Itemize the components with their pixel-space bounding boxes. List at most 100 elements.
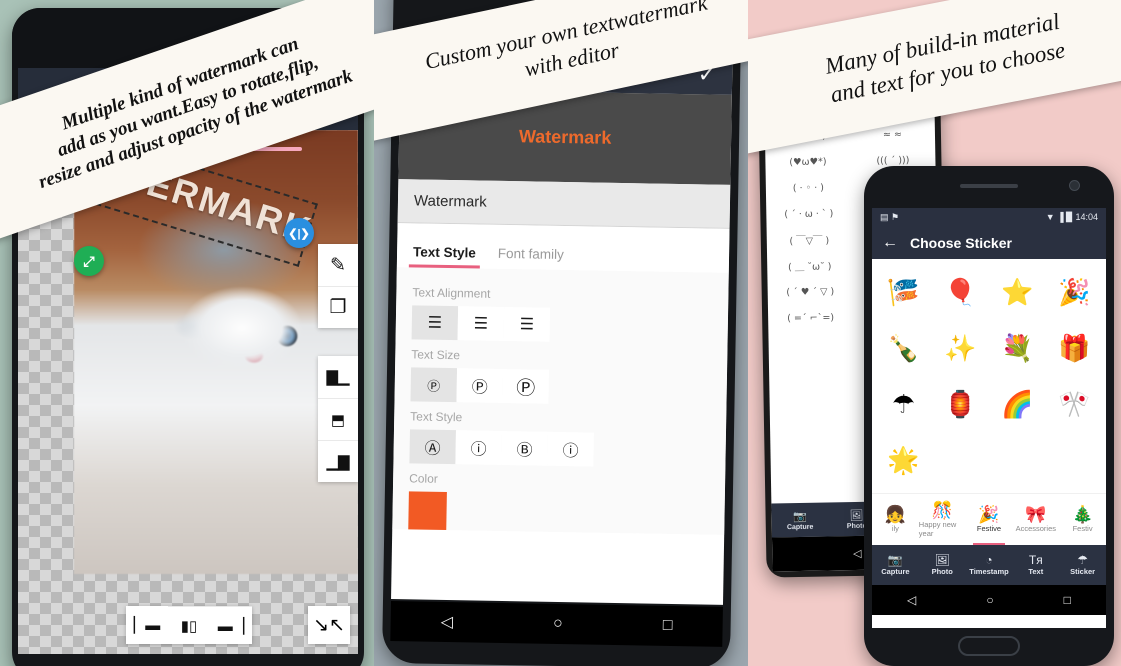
balloons-sticker[interactable]: 🎈: [933, 265, 988, 319]
gift-box-sticker[interactable]: 🎁: [1047, 321, 1102, 375]
status-bar-time-2: 14:03: [697, 38, 723, 51]
app-bar-title-2: Watermark: [416, 60, 495, 79]
kaomoji[interactable]: (*´ω`*): [849, 95, 934, 122]
check-icon[interactable]: ✓: [698, 61, 717, 86]
category-label: Festiv: [1072, 524, 1093, 533]
app-bar-1: ✓: [18, 90, 358, 130]
hanging-stars-sticker[interactable]: 🌟: [876, 433, 931, 487]
shrink-icon[interactable]: ↘↖: [308, 606, 350, 644]
tab-animal[interactable]: Animal: [889, 54, 918, 66]
nav-item-text[interactable]: Tᴙ Text: [1012, 554, 1059, 576]
blank-sticker-2[interactable]: [990, 433, 1045, 487]
text-size-large-option[interactable]: Ⓟ: [502, 368, 550, 404]
kaomoji[interactable]: ≈ ≈: [850, 121, 935, 148]
watermark-preview-text: Watermark: [518, 125, 612, 148]
text-style-italic-option[interactable]: ⓘ: [455, 430, 502, 465]
nav-item-capture[interactable]: 📷 Capture: [872, 554, 919, 576]
category-happy-new-year[interactable]: 🎊 Happy new year: [919, 494, 966, 545]
text-style-normal-option[interactable]: Ⓐ: [409, 429, 456, 465]
align-left-option[interactable]: ☰: [411, 305, 459, 341]
kaomoji[interactable]: ( =´ ⌐ˋ=): [768, 304, 853, 331]
bunting-sticker[interactable]: 🎌: [1047, 377, 1102, 431]
align-center-horizontal-icon[interactable]: ▮▯: [168, 606, 210, 644]
screenshot-stage: 0% 🔋 14:24 ✓ WATERMARK ✓ ⤢ ❮|❯ ✎ ❐ ▇▁ ⬒ …: [0, 0, 1121, 666]
nav-item-photo[interactable]: 🖼 Photo: [919, 554, 966, 576]
slider-thumb[interactable]: [172, 142, 188, 157]
category-accessories[interactable]: 🎀 Accessories: [1012, 494, 1059, 545]
home-button[interactable]: ○: [986, 593, 993, 607]
blank-sticker-3[interactable]: [1047, 433, 1102, 487]
app-bar-2: Watermark ✓: [399, 49, 733, 95]
align-right-option[interactable]: ☰: [503, 306, 551, 342]
panel-sticker-chooser: Face Action Animal ✎ Create Text mark o(…: [748, 0, 1121, 666]
recents-button[interactable]: □: [663, 617, 673, 635]
watermark-text-input[interactable]: Watermark: [397, 179, 731, 229]
duplicate-icon[interactable]: ❐: [318, 286, 358, 328]
stars-sticker[interactable]: ⭐: [990, 265, 1045, 319]
back-arrow-icon[interactable]: ←: [882, 234, 898, 252]
home-button[interactable]: ○: [553, 615, 563, 633]
flip-handle[interactable]: ✓: [46, 182, 76, 212]
text-style-bold-option[interactable]: Ⓑ: [501, 430, 548, 466]
create-text-mark-row[interactable]: ✎ Create Text mark: [763, 72, 935, 98]
back-button[interactable]: ◁: [853, 546, 862, 559]
signal-icon: ▐: [1057, 212, 1064, 222]
category-daily[interactable]: 👧 ily: [872, 494, 919, 545]
kaomoji[interactable]: ( ´ ♥ ˊ ▽ ): [767, 278, 852, 305]
new-year-category-icon: 🎊: [931, 500, 953, 520]
champagne-sticker[interactable]: 🍾: [876, 321, 931, 375]
camera-icon: 📷: [887, 553, 903, 567]
align-right-icon[interactable]: ▬▕: [210, 606, 252, 644]
nav-item-sticker[interactable]: ☂ Sticker: [1059, 554, 1106, 576]
back-button[interactable]: ◁: [907, 593, 916, 607]
lanterns-sticker[interactable]: 🏮: [933, 377, 988, 431]
recents-button[interactable]: □: [1064, 593, 1071, 607]
rotate-resize-handle[interactable]: ⤢: [74, 246, 104, 276]
party-popper-sticker[interactable]: 🎉: [1047, 265, 1102, 319]
check-icon[interactable]: ✓: [324, 99, 342, 121]
flip-icon: ✓: [56, 191, 66, 204]
bouquet-sticker[interactable]: 💐: [990, 321, 1045, 375]
text-size-medium-option[interactable]: Ⓟ: [456, 368, 504, 403]
jellyfish-lamp-sticker[interactable]: ☂: [876, 377, 931, 431]
nav-item-capture[interactable]: 📷 Capture: [771, 509, 828, 531]
tab-text-style[interactable]: Text Style: [413, 244, 476, 268]
blank-sticker-1[interactable]: [933, 433, 988, 487]
phone-1-screen: 0% 🔋 14:24 ✓ WATERMARK ✓ ⤢ ❮|❯ ✎ ❐ ▇▁ ⬒ …: [18, 68, 358, 654]
rainbow-sticker[interactable]: 🌈: [990, 377, 1045, 431]
ornaments-sticker[interactable]: 🎏: [876, 265, 931, 319]
edit-pencil-icon[interactable]: ✎: [318, 244, 358, 286]
text-size-small-option[interactable]: Ⓟ: [410, 367, 458, 403]
tab-action[interactable]: Action: [831, 55, 858, 66]
tab-font-family[interactable]: Font family: [498, 246, 564, 270]
watermark-preview: Watermark: [398, 89, 732, 185]
nav-label: Timestamp: [969, 567, 1009, 576]
kaomoji[interactable]: ( ￣▽￣ ): [767, 226, 852, 253]
align-center-option[interactable]: ☰: [457, 306, 505, 341]
confetti-sticker[interactable]: ✨: [933, 321, 988, 375]
kaomoji[interactable]: ( · ◦ · ): [766, 174, 851, 201]
align-bottom-icon[interactable]: ▁▇: [318, 440, 358, 482]
back-button[interactable]: ◁: [441, 612, 454, 632]
editor-canvas[interactable]: WATERMARK ✓ ⤢ ❮|❯ ✎ ❐ ▇▁ ⬒ ▁▇ ▏▬ ▮▯ ▬▕ ↘…: [18, 130, 358, 654]
home-button-hardware[interactable]: [958, 636, 1020, 656]
text-style-bold-italic-option[interactable]: ⓘ: [547, 431, 594, 467]
tab-face[interactable]: Face: [779, 56, 800, 67]
code-handle[interactable]: ❮|❯: [284, 218, 314, 248]
rotate-resize-icon: ⤢: [83, 252, 95, 269]
nav-item-timestamp[interactable]: ◔ Timestamp: [966, 554, 1013, 576]
kaomoji[interactable]: (♥ω♥*): [765, 148, 850, 175]
kaomoji[interactable]: (๑´ω`๑): [765, 122, 850, 149]
category-festive-2[interactable]: 🎄 Festiv: [1059, 494, 1106, 545]
kaomoji[interactable]: o( ˘ ω ˘ )o: [764, 96, 849, 123]
list-item[interactable]: o( ˘ ω ˘ )o (*´ω`*): [764, 95, 934, 124]
align-top-icon[interactable]: ▇▁: [318, 356, 358, 398]
festive-category-icon: 🎉: [978, 505, 1000, 524]
color-swatch[interactable]: [408, 491, 447, 531]
align-middle-icon[interactable]: ⬒: [318, 398, 358, 440]
list-item[interactable]: (๑´ω`๑) ≈ ≈: [765, 121, 935, 150]
align-left-icon[interactable]: ▏▬: [126, 606, 168, 644]
category-festive[interactable]: 🎉 Festive: [966, 494, 1013, 545]
kaomoji[interactable]: ( ＿ ˘ω˘ ): [767, 252, 852, 279]
kaomoji[interactable]: ( ´ · ω · ` ): [766, 200, 851, 227]
